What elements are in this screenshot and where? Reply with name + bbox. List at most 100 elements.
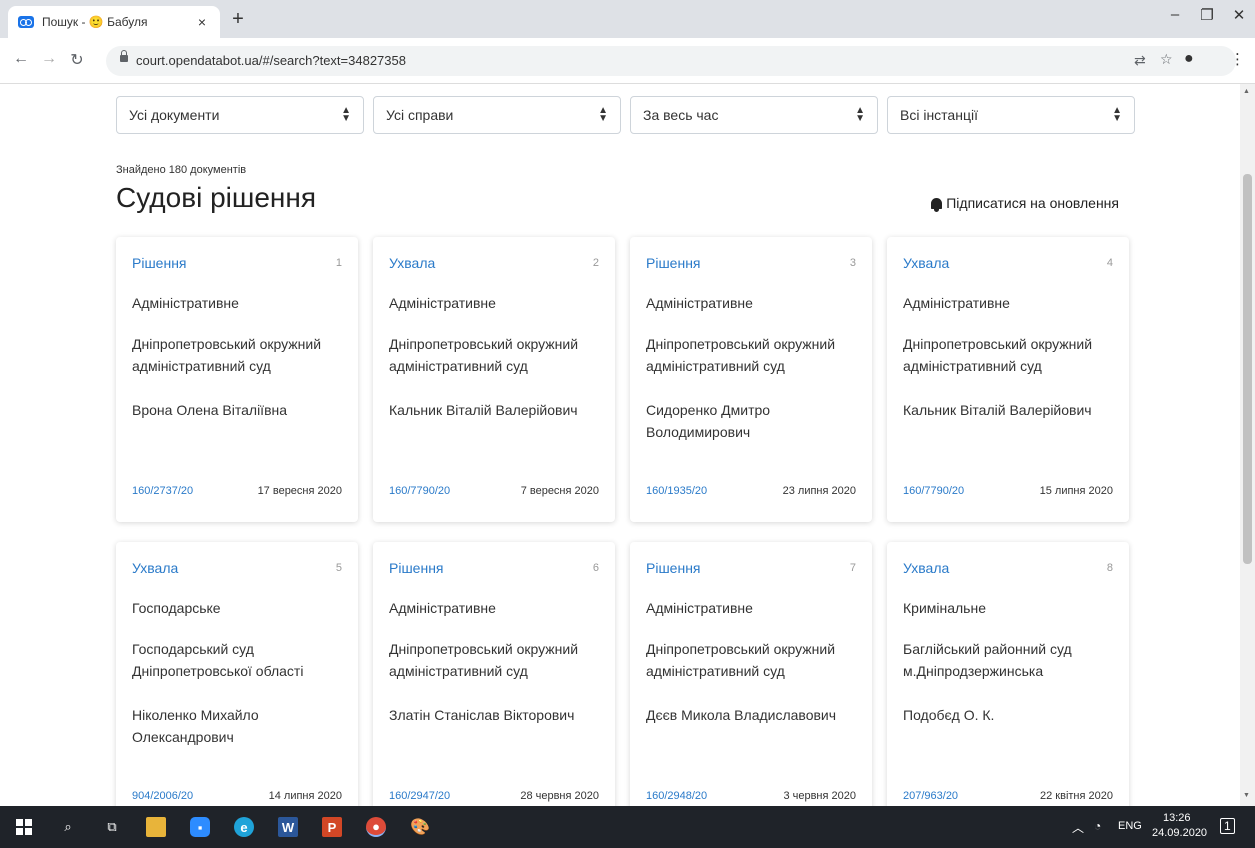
close-window-button[interactable]: ✕ bbox=[1224, 6, 1254, 24]
scrollbar-thumb[interactable] bbox=[1243, 174, 1252, 564]
wifi-icon[interactable]: ◔ bbox=[1094, 819, 1101, 833]
card-court: Дніпропетровський окружний адміністратив… bbox=[646, 336, 836, 374]
card-judge: Кальник Віталій Валерійович bbox=[389, 402, 578, 418]
card-case-number[interactable]: 160/1935/20 bbox=[646, 485, 707, 497]
card-footer: 160/7790/20 7 вересня 2020 bbox=[389, 485, 599, 497]
word-icon[interactable]: W bbox=[278, 817, 298, 837]
card-jurisdiction: Адміністративне bbox=[389, 295, 496, 311]
card-doc-type[interactable]: Рішення bbox=[646, 560, 856, 576]
card-footer: 160/1935/20 23 липня 2020 bbox=[646, 485, 856, 497]
tab-strip: Пошук - 🙂 Бабуля × + – ❐ ✕ bbox=[0, 0, 1255, 38]
card-case-number[interactable]: 160/7790/20 bbox=[389, 485, 450, 497]
bookmark-star-icon[interactable]: ☆ bbox=[1160, 51, 1173, 68]
clock-time[interactable]: 13:26 bbox=[1163, 812, 1191, 824]
browser-tab[interactable]: Пошук - 🙂 Бабуля × bbox=[8, 6, 220, 38]
decision-card[interactable]: Рішення 7 Адміністративне Дніпропетровсь… bbox=[630, 542, 872, 806]
decision-card[interactable]: Рішення 6 Адміністративне Дніпропетровсь… bbox=[373, 542, 615, 806]
scroll-down-icon[interactable]: ▼ bbox=[1243, 792, 1250, 799]
card-date: 28 червня 2020 bbox=[520, 790, 599, 802]
powerpoint-icon[interactable]: P bbox=[322, 817, 342, 837]
language-indicator[interactable]: ENG bbox=[1118, 820, 1142, 832]
card-doc-type[interactable]: Рішення bbox=[389, 560, 599, 576]
card-court: Баглійський районний суд м.Дніпродзержин… bbox=[903, 641, 1072, 679]
card-judge: Сидоренко Дмитро Володимирович bbox=[646, 402, 771, 440]
filter-instances-value: Всі інстанції bbox=[900, 107, 978, 123]
card-footer: 160/2947/20 28 червня 2020 bbox=[389, 790, 599, 802]
card-judge: Ніколенко Михайло Олександрович bbox=[132, 707, 259, 745]
filter-documents-select[interactable]: Усі документи ▲ ▼ bbox=[116, 96, 364, 134]
card-case-number[interactable]: 160/2948/20 bbox=[646, 790, 707, 802]
edge-icon[interactable]: e bbox=[234, 817, 254, 837]
address-bar[interactable]: court.opendatabot.ua/#/search?text=34827… bbox=[106, 46, 1236, 76]
card-doc-type[interactable]: Ухвала bbox=[389, 255, 599, 271]
clock-date[interactable]: 24.09.2020 bbox=[1152, 827, 1207, 839]
tray-chevron-icon[interactable]: ︿ bbox=[1072, 819, 1084, 836]
card-date: 22 квітня 2020 bbox=[1040, 790, 1113, 802]
card-doc-type[interactable]: Рішення bbox=[646, 255, 856, 271]
scroll-up-icon[interactable]: ▲ bbox=[1243, 88, 1250, 95]
windows-start-icon[interactable] bbox=[14, 817, 34, 837]
card-case-number[interactable]: 160/7790/20 bbox=[903, 485, 964, 497]
card-doc-type[interactable]: Ухвала bbox=[903, 255, 1113, 271]
card-case-number[interactable]: 207/963/20 bbox=[903, 790, 958, 802]
profile-icon[interactable]: ● bbox=[1184, 50, 1194, 68]
decision-card[interactable]: Ухвала 5 Господарське Господарський суд … bbox=[116, 542, 358, 806]
back-icon[interactable]: ← bbox=[10, 50, 32, 68]
subscribe-label: Підписатися на оновлення bbox=[946, 195, 1119, 211]
decision-card[interactable]: Рішення 3 Адміністративне Дніпропетровсь… bbox=[630, 237, 872, 522]
decision-card[interactable]: Ухвала 4 Адміністративне Дніпропетровськ… bbox=[887, 237, 1129, 522]
opendatabot-favicon-icon bbox=[18, 16, 34, 28]
minimize-button[interactable]: – bbox=[1160, 6, 1190, 23]
results-count: Знайдено 180 документів bbox=[116, 164, 247, 176]
vertical-scrollbar[interactable]: ▲ ▼ bbox=[1240, 84, 1255, 806]
search-icon[interactable]: ⌕ bbox=[58, 817, 78, 837]
card-case-number[interactable]: 160/2737/20 bbox=[132, 485, 193, 497]
forward-icon[interactable]: → bbox=[38, 50, 60, 68]
sort-arrows-icon: ▲ ▼ bbox=[1112, 105, 1122, 124]
new-tab-button[interactable]: + bbox=[226, 9, 250, 29]
card-judge: Подобєд О. К. bbox=[903, 707, 995, 723]
card-date: 17 вересня 2020 bbox=[257, 485, 342, 497]
card-court: Дніпропетровський окружний адміністратив… bbox=[903, 336, 1093, 374]
translate-icon[interactable]: ⇄ bbox=[1134, 52, 1146, 69]
tab-close-icon[interactable]: × bbox=[194, 14, 210, 30]
file-explorer-icon[interactable] bbox=[146, 817, 166, 837]
card-date: 14 липня 2020 bbox=[268, 790, 342, 802]
filter-period-value: За весь час bbox=[643, 107, 719, 123]
card-case-number[interactable]: 160/2947/20 bbox=[389, 790, 450, 802]
filter-period-select[interactable]: За весь час ▲ ▼ bbox=[630, 96, 878, 134]
card-doc-type[interactable]: Ухвала bbox=[903, 560, 1113, 576]
card-date: 23 липня 2020 bbox=[782, 485, 856, 497]
filter-instances-select[interactable]: Всі інстанції ▲ ▼ bbox=[887, 96, 1135, 134]
chrome-icon[interactable]: ● bbox=[366, 817, 386, 837]
notifications-icon[interactable]: 1 bbox=[1220, 818, 1235, 834]
card-footer: 160/2948/20 3 червня 2020 bbox=[646, 790, 856, 802]
decision-card[interactable]: Рішення 1 Адміністративне Дніпропетровсь… bbox=[116, 237, 358, 522]
decision-card[interactable]: Ухвала 8 Кримінальне Баглійський районни… bbox=[887, 542, 1129, 806]
card-number: 3 bbox=[849, 257, 856, 269]
browser-toolbar: ← → ↻ court.opendatabot.ua/#/search?text… bbox=[0, 38, 1255, 84]
card-judge: Дєєв Микола Владиславович bbox=[646, 707, 837, 723]
card-court: Дніпропетровський окружний адміністратив… bbox=[646, 641, 836, 679]
reload-icon[interactable]: ↻ bbox=[66, 50, 88, 70]
card-case-number[interactable]: 904/2006/20 bbox=[132, 790, 193, 802]
card-number: 4 bbox=[1106, 257, 1113, 269]
paint-icon[interactable]: 🎨 bbox=[410, 817, 430, 837]
restore-button[interactable]: ❐ bbox=[1192, 6, 1222, 24]
zoom-icon[interactable]: ▪ bbox=[190, 817, 210, 837]
sort-arrows-icon: ▲ ▼ bbox=[598, 105, 608, 124]
filter-cases-select[interactable]: Усі справи ▲ ▼ bbox=[373, 96, 621, 134]
card-doc-type[interactable]: Рішення bbox=[132, 255, 342, 271]
task-view-icon[interactable]: ⧉ bbox=[102, 817, 122, 837]
card-footer: 160/7790/20 15 липня 2020 bbox=[903, 485, 1113, 497]
windows-taskbar: ⌕ ⧉ ▪ e W P ● 🎨 ︿ ◔ ENG 13:26 24.09.2020… bbox=[0, 806, 1255, 848]
card-footer: 160/2737/20 17 вересня 2020 bbox=[132, 485, 342, 497]
card-court: Дніпропетровський окружний адміністратив… bbox=[389, 336, 579, 374]
menu-kebab-icon[interactable]: ⋮ bbox=[1230, 50, 1245, 68]
subscribe-link[interactable]: Підписатися на оновлення bbox=[931, 195, 1119, 212]
card-court: Дніпропетровський окружний адміністратив… bbox=[389, 641, 579, 679]
url-text[interactable]: court.opendatabot.ua/#/search?text=34827… bbox=[136, 53, 406, 68]
decision-card[interactable]: Ухвала 2 Адміністративне Дніпропетровськ… bbox=[373, 237, 615, 522]
sort-arrows-icon: ▲ ▼ bbox=[341, 105, 351, 124]
card-doc-type[interactable]: Ухвала bbox=[132, 560, 342, 576]
